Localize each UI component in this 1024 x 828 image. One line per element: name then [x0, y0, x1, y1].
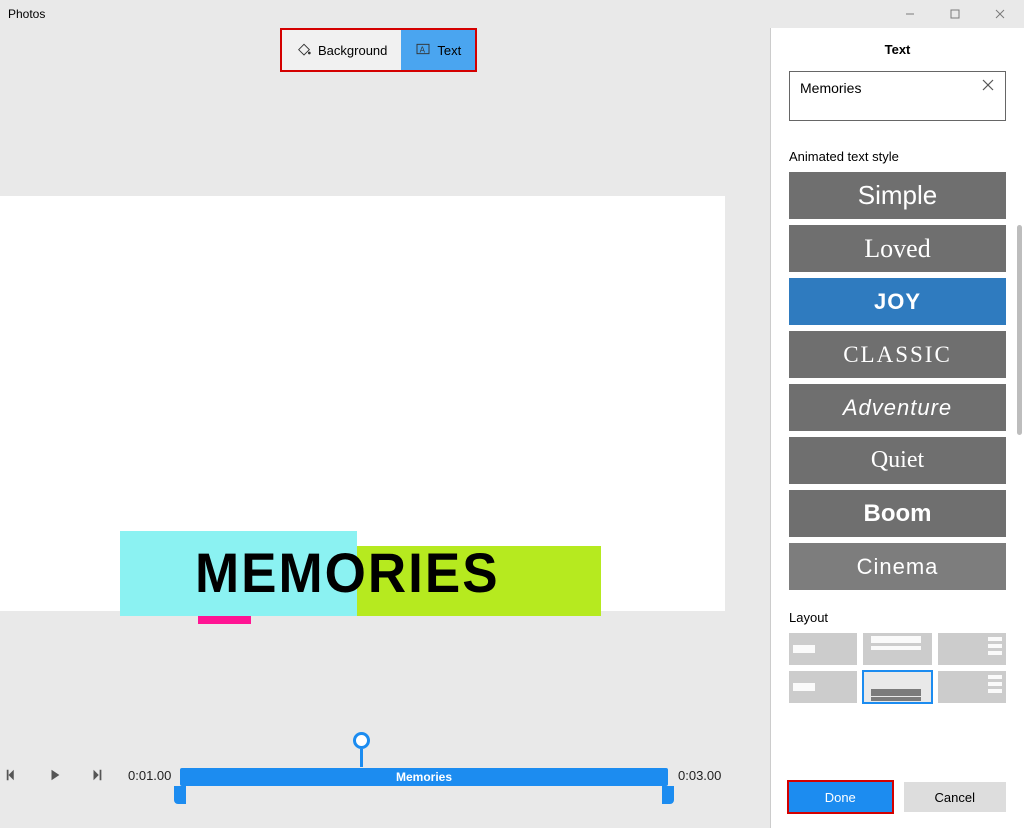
style-quiet[interactable]: Quiet	[789, 437, 1006, 484]
tab-background-label: Background	[318, 43, 387, 58]
preview-canvas[interactable]: MEMORIES	[0, 196, 725, 611]
playhead-handle-icon	[353, 732, 370, 749]
layout-center-bottom[interactable]	[863, 671, 931, 703]
panel-body: Animated text style Simple Loved JOY CLA…	[771, 71, 1024, 770]
clip-label: Memories	[396, 770, 452, 784]
layout-left-middle-2[interactable]	[789, 671, 857, 703]
clear-text-button[interactable]	[982, 79, 998, 95]
timeline: 0:01.00 0:03.00 Memories	[0, 708, 770, 828]
title-input[interactable]	[789, 71, 1006, 121]
cancel-button[interactable]: Cancel	[904, 782, 1007, 812]
text-input-wrap	[789, 71, 1006, 124]
text-icon: A	[415, 41, 431, 60]
style-heading: Animated text style	[789, 149, 1006, 164]
bucket-icon	[296, 41, 312, 60]
panel-scrollbar[interactable]	[1017, 225, 1022, 435]
title-underline	[198, 616, 251, 624]
title-text: MEMORIES	[195, 541, 500, 605]
top-tabs: Background A Text	[280, 28, 477, 72]
timeline-start-time: 0:01.00	[128, 768, 171, 783]
done-button[interactable]: Done	[789, 782, 892, 812]
tab-text[interactable]: A Text	[401, 30, 475, 70]
close-button[interactable]	[977, 0, 1022, 28]
style-simple[interactable]: Simple	[789, 172, 1006, 219]
layout-center-top[interactable]	[863, 633, 931, 665]
layout-grid	[789, 633, 1006, 703]
style-loved[interactable]: Loved	[789, 225, 1006, 272]
titlebar: Photos	[0, 0, 1024, 28]
style-adventure[interactable]: Adventure	[789, 384, 1006, 431]
minimize-button[interactable]	[887, 0, 932, 28]
layout-heading: Layout	[789, 610, 1006, 625]
style-cinema[interactable]: Cinema	[789, 543, 1006, 590]
play-button[interactable]	[48, 768, 62, 782]
prev-frame-button[interactable]	[5, 768, 19, 782]
playhead-stem	[360, 749, 363, 767]
panel-footer: Done Cancel	[771, 770, 1024, 828]
style-loved-label: Loved	[864, 234, 930, 264]
editor-area: Background A Text MEMORIES	[0, 28, 770, 828]
tab-text-label: Text	[437, 43, 461, 58]
style-boom[interactable]: Boom	[789, 490, 1006, 537]
cancel-button-label: Cancel	[935, 790, 975, 805]
style-classic-label: CLASSIC	[843, 342, 952, 368]
panel-title: Text	[771, 28, 1024, 71]
text-panel: Text Animated text style Simple Loved JO…	[770, 28, 1024, 828]
style-joy-label: JOY	[874, 289, 921, 315]
layout-left-middle[interactable]	[789, 633, 857, 665]
style-adventure-label: Adventure	[843, 395, 952, 421]
style-list: Simple Loved JOY CLASSIC Adventure Quiet…	[789, 172, 1006, 590]
timeline-track[interactable]: Memories	[180, 758, 668, 803]
layout-section: Layout	[789, 610, 1006, 703]
tab-background[interactable]: Background	[282, 30, 401, 70]
clip-trim-end[interactable]	[662, 786, 674, 804]
style-joy[interactable]: JOY	[789, 278, 1006, 325]
window-controls	[887, 0, 1022, 28]
maximize-button[interactable]	[932, 0, 977, 28]
clip-trim-start[interactable]	[174, 786, 186, 804]
done-button-label: Done	[825, 790, 856, 805]
layout-right-list[interactable]	[938, 633, 1006, 665]
app-window: Photos Background A Text	[0, 0, 1024, 828]
next-frame-button[interactable]	[90, 768, 104, 782]
style-simple-label: Simple	[858, 180, 937, 211]
style-classic[interactable]: CLASSIC	[789, 331, 1006, 378]
playhead[interactable]	[353, 732, 370, 767]
style-boom-label: Boom	[864, 500, 932, 528]
svg-text:A: A	[420, 45, 426, 54]
style-cinema-label: Cinema	[857, 554, 939, 580]
layout-right-list-2[interactable]	[938, 671, 1006, 703]
style-quiet-label: Quiet	[871, 447, 924, 474]
timeline-end-time: 0:03.00	[678, 768, 721, 783]
window-title: Photos	[8, 7, 45, 21]
clip-bar[interactable]: Memories	[180, 768, 668, 786]
